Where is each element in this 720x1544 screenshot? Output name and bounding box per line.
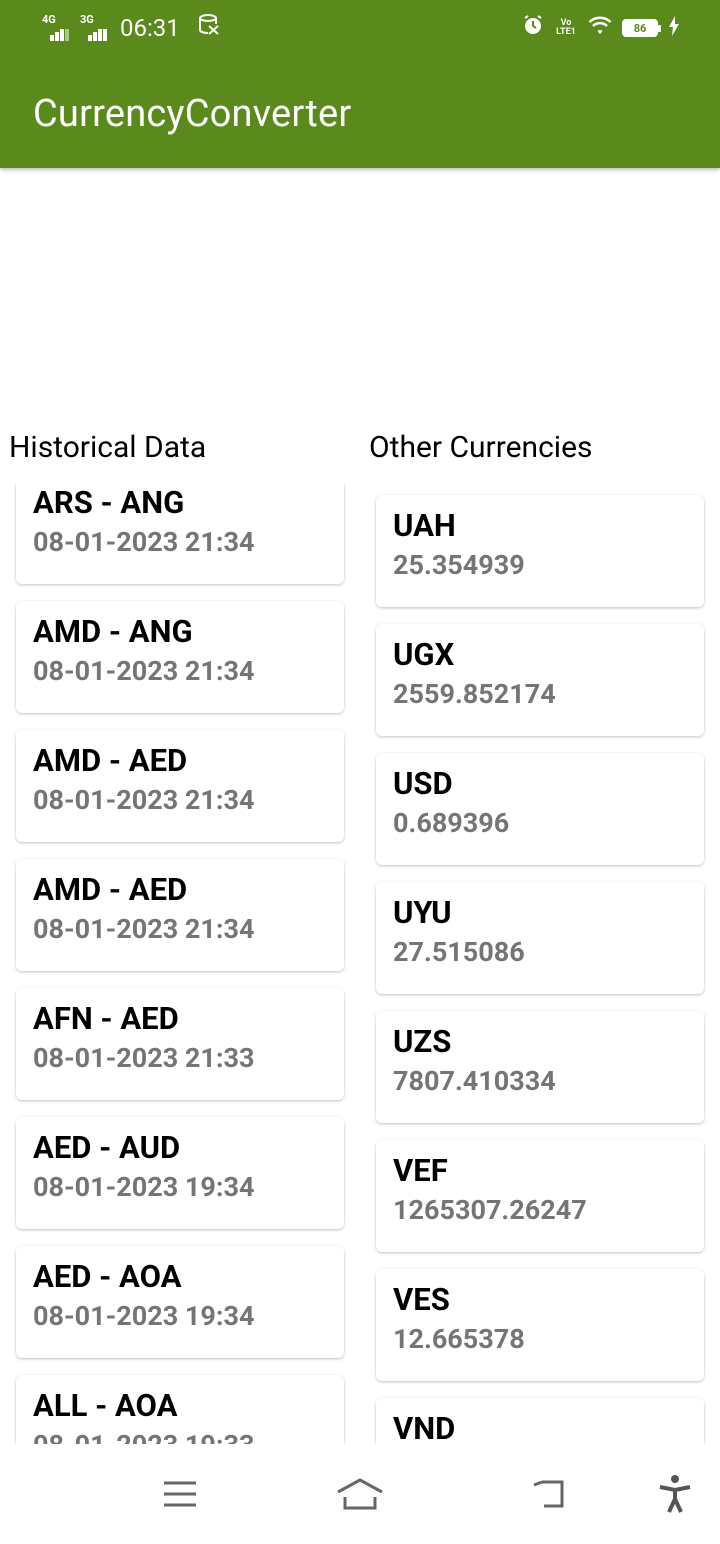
accessibility-icon[interactable] [645,1472,705,1516]
history-item[interactable]: AMD - AED 08-01-2023 21:34 [16,859,344,971]
currency-item[interactable]: UGX 2559.852174 [376,624,704,736]
battery-level: 86 [633,21,647,35]
currency-rate: 2559.852174 [393,678,556,710]
currency-item[interactable]: UZS 7807.410334 [376,1011,704,1123]
currency-rate: 12.665378 [393,1323,525,1355]
history-time: 08-01-2023 19:34 [33,1300,255,1332]
currency-item[interactable]: UAH 25.354939 [376,495,704,607]
history-item[interactable]: AMD - AED 08-01-2023 21:34 [16,730,344,842]
app-title: CurrencyConverter [33,92,352,136]
history-time: 08-01-2023 19:33 [33,1429,254,1444]
history-item[interactable]: AFN - AED 08-01-2023 21:33 [16,988,344,1100]
status-bar: 4G 3G 06:31 Vo LTE1 86 [0,0,720,56]
currency-code: VES [393,1281,450,1318]
history-item[interactable]: ALL - AOA 08-01-2023 19:33 [16,1375,344,1444]
historical-data-title: Historical Data [9,430,207,465]
back-icon[interactable] [518,1472,578,1516]
history-item[interactable]: AMD - ANG 08-01-2023 21:34 [16,601,344,713]
navigation-bar [0,1444,720,1544]
history-time: 08-01-2023 21:34 [33,913,255,945]
currency-code: VEF [393,1152,448,1189]
currency-item[interactable]: USD 0.689396 [376,753,704,865]
other-currencies-title: Other Currencies [369,430,593,465]
history-pair: AMD - ANG [33,613,193,650]
currency-item[interactable]: VND [376,1398,704,1444]
screen: 4G 3G 06:31 Vo LTE1 86 CurrencyConverter… [0,0,720,1544]
menu-icon[interactable] [150,1472,210,1516]
history-pair: ARS - ANG [33,484,185,521]
history-pair: AMD - AED [33,871,188,908]
alarm-icon [522,14,544,42]
wifi-icon [588,14,612,42]
history-item[interactable]: AED - AUD 08-01-2023 19:34 [16,1117,344,1229]
signal-4g-icon: 4G [42,13,72,41]
history-time: 08-01-2023 21:33 [33,1042,255,1074]
currency-code: VND [393,1410,456,1444]
history-time: 08-01-2023 21:34 [33,526,255,558]
history-item[interactable]: AED - AOA 08-01-2023 19:34 [16,1246,344,1358]
history-time: 08-01-2023 19:34 [33,1171,255,1203]
currency-item[interactable]: VEF 1265307.26247 [376,1140,704,1252]
history-item[interactable]: ARS - ANG 08-01-2023 21:34 [16,484,344,584]
currency-rate: 7807.410334 [393,1065,556,1097]
history-time: 08-01-2023 21:34 [33,655,255,687]
history-pair: AMD - AED [33,742,188,779]
other-currencies-list[interactable]: UAH 25.354939 UGX 2559.852174 USD 0.6893… [360,484,720,1444]
currency-rate: 27.515086 [393,936,525,968]
history-time: 08-01-2023 21:34 [33,784,255,816]
home-icon[interactable] [330,1472,390,1516]
currency-rate: 0.689396 [393,807,510,839]
signal-3g-icon: 3G [80,13,110,41]
app-bar: 4G 3G 06:31 Vo LTE1 86 CurrencyConverter [0,0,720,168]
history-pair: AED - AUD [33,1129,181,1166]
history-pair: AFN - AED [33,1000,179,1037]
volte-icon: Vo LTE1 [556,18,576,37]
currency-code: UZS [393,1023,452,1060]
data-saver-icon [198,14,220,42]
history-pair: ALL - AOA [33,1387,178,1424]
currency-code: USD [393,765,453,802]
currency-rate: 25.354939 [393,549,525,581]
network-4g-label: 4G [42,13,56,26]
historical-data-list[interactable]: ARS - ANG 08-01-2023 21:34 AMD - ANG 08-… [0,484,360,1444]
history-pair: AED - AOA [33,1258,182,1295]
currency-item[interactable]: VES 12.665378 [376,1269,704,1381]
battery-icon: 86 [622,19,661,37]
charging-icon [668,14,680,42]
currency-code: UAH [393,507,456,544]
currency-item[interactable]: UYU 27.515086 [376,882,704,994]
currency-code: UGX [393,636,455,673]
currency-rate: 1265307.26247 [393,1194,587,1226]
currency-code: UYU [393,894,452,931]
status-time: 06:31 [120,14,180,42]
network-3g-label: 3G [80,13,94,26]
